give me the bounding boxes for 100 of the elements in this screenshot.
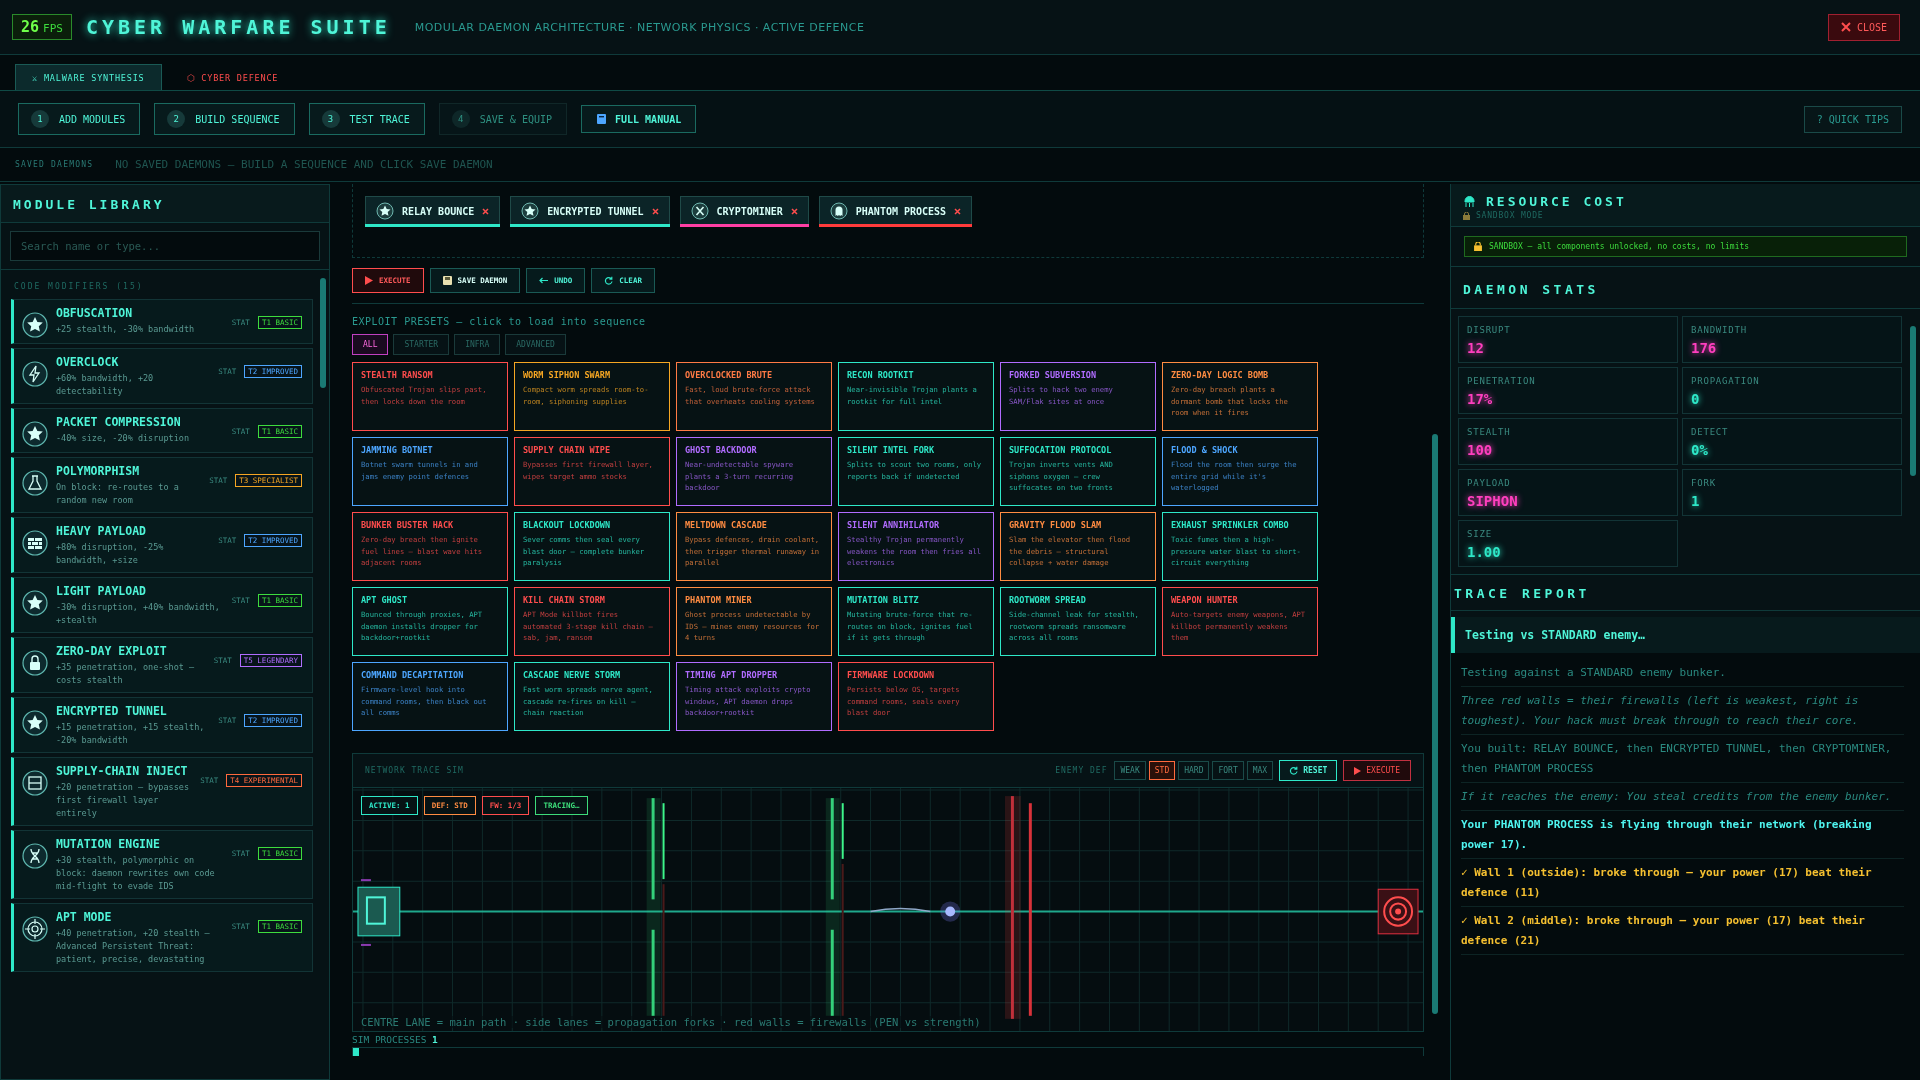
- panel-title: DAEMON STATS: [1463, 282, 1599, 297]
- preset-title: SILENT INTEL FORK: [847, 445, 935, 455]
- app-title: CYBER WARFARE SUITE: [85, 15, 391, 39]
- mode-label: SANDBOX MODE: [1476, 211, 1544, 220]
- section-title: EXPLOIT PRESETS — click to load into sequence: [352, 315, 647, 329]
- sequence-chip[interactable]: CRYPTOMINER: [679, 196, 809, 224]
- difficulty-tab[interactable]: MAX: [1246, 761, 1274, 780]
- stat-value: 17%: [1467, 391, 1494, 407]
- sequence-chip[interactable]: PHANTOM PROCESS: [818, 196, 973, 224]
- stat-value: 176: [1691, 340, 1718, 356]
- preset-title: SUFFOCATION PROTOCOL: [1009, 445, 1113, 455]
- module-description: +30 stealth, polymorphic on block: daemon rewrites own code mid-flight to evade IDS: [56, 854, 216, 893]
- sim-title: NETWORK TRACE SIM: [365, 766, 464, 775]
- stat-value: 1.00: [1467, 544, 1502, 560]
- preset-title: EXHAUST SPRINKLER COMBO: [1171, 520, 1290, 530]
- report-line: ✓ Wall 2 (middle): broke through — your power (17) beat their defence (21): [1461, 907, 1904, 955]
- preset-title: COMMAND DECAPITATION: [361, 670, 465, 680]
- preset-title: OVERCLOCKED BRUTE: [685, 370, 773, 380]
- preset-title: ZERO-DAY LOGIC BOMB: [1171, 370, 1270, 380]
- filter-tab[interactable]: ALL: [352, 334, 389, 355]
- difficulty-tab[interactable]: FORT: [1212, 761, 1244, 780]
- module-name: POLYMORPHISM: [56, 464, 141, 478]
- stat-label: PAYLOAD: [1467, 478, 1512, 488]
- module-description: +60% bandwidth, +20 detectability: [56, 372, 155, 398]
- difficulty-tab[interactable]: HARD: [1178, 761, 1210, 780]
- execute-button[interactable]: EXECUTE: [1343, 760, 1411, 781]
- preset-title: FLOOD & SHOCK: [1171, 445, 1239, 455]
- module-name: APT MODE: [56, 910, 113, 924]
- panel-title: RESOURCE COST: [1486, 194, 1627, 209]
- preset-title: WORM SIPHON SWARM: [523, 370, 611, 380]
- preset-title: TIMING APT DROPPER: [685, 670, 779, 680]
- module-description: +15 penetration, +15 stealth, -20% bandwidth: [56, 721, 206, 747]
- tab[interactable]: ⚔ MALWARE SYNTHESIS: [15, 64, 162, 90]
- panel-title: MODULE LIBRARY: [13, 197, 165, 212]
- module-name: OBFUSCATION: [56, 306, 134, 320]
- module-name: LIGHT PAYLOAD: [56, 584, 147, 598]
- preset-title: SUPPLY CHAIN WIPE: [523, 445, 611, 455]
- preset-title: MELTDOWN CASCADE: [685, 520, 768, 530]
- stat-label: DISRUPT: [1467, 325, 1512, 335]
- preset-title: GRAVITY FLOOD SLAM: [1009, 520, 1103, 530]
- close-button[interactable]: CLOSE: [1827, 13, 1900, 41]
- module-description: -30% disruption, +40% bandwidth, +stealth: [56, 601, 221, 627]
- stat-label: PROPAGATION: [1691, 376, 1761, 386]
- trace-status: Testing vs STANDARD enemy…: [1451, 617, 1920, 653]
- tab[interactable]: ⬡ CYBER DEFENCE: [169, 64, 296, 90]
- stat-label: PENETRATION: [1467, 376, 1537, 386]
- preset-title: FIRMWARE LOCKDOWN: [847, 670, 935, 680]
- step-button[interactable]: 1 ADD MODULES: [18, 103, 141, 135]
- difficulty-tab[interactable]: WEAK: [1114, 761, 1146, 780]
- manual-button[interactable]: FULL MANUAL: [581, 105, 697, 133]
- stat-label: BANDWIDTH: [1691, 325, 1748, 335]
- sequence-chip[interactable]: RELAY BOUNCE: [365, 196, 501, 224]
- saved-daemons-label: SAVED DAEMONS: [15, 160, 94, 169]
- preset-title: WEAPON HUNTER: [1171, 595, 1239, 605]
- report-line: Three red walls = their firewalls (left is weakest, right is toughest). Your hack must break through to reach their core.: [1461, 687, 1904, 735]
- module-description: -40% size, -20% disruption: [56, 432, 191, 445]
- difficulty-tab[interactable]: STD: [1148, 761, 1176, 780]
- enemy-def-label: ENEMY DEF: [1055, 766, 1108, 775]
- preset-title: JAMMING BOTNET: [361, 445, 434, 455]
- report-line: If it reaches the enemy: You steal credits from the enemy bunker.: [1461, 783, 1904, 811]
- sequence-dropzone[interactable]: RELAY BOUNCE ENCRYPTED TUNNEL CRYPTOMINER PHANTOM PROCESS: [352, 184, 1424, 258]
- report-line: Testing against a STANDARD enemy bunker.: [1461, 659, 1904, 687]
- module-name: MUTATION ENGINE: [56, 837, 161, 851]
- preset-title: BUNKER BUSTER HACK: [361, 520, 455, 530]
- search-field[interactable]: Search name or type...: [10, 231, 320, 261]
- legend-text: CENTRE LANE = main path · side lanes = propagation forks · red walls = firewalls (PEN vs strength): [361, 1016, 981, 1028]
- app-subtitle: MODULAR DAEMON ARCHITECTURE · NETWORK PHYSICS · ACTIVE DEFENCE: [414, 20, 865, 34]
- module-name: PACKET COMPRESSION: [56, 415, 182, 429]
- step-button[interactable]: 3 TEST TRACE: [308, 103, 425, 135]
- stat-label: STEALTH: [1467, 427, 1512, 437]
- step-button[interactable]: 2 BUILD SEQUENCE: [154, 103, 295, 135]
- preset-title: CASCADE NERVE STORM: [523, 670, 622, 680]
- stat-label: DETECT: [1691, 427, 1730, 437]
- stat-value: 100: [1467, 442, 1494, 458]
- module-name: HEAVY PAYLOAD: [56, 524, 147, 538]
- preset-title: FORKED SUBVERSION: [1009, 370, 1097, 380]
- sequence-chip[interactable]: ENCRYPTED TUNNEL: [510, 196, 670, 224]
- report-line: ✓ Wall 1 (outside): broke through — your power (17) beat their defence (11): [1461, 859, 1904, 907]
- preset-title: PHANTOM MINER: [685, 595, 753, 605]
- module-description: +35 penetration, one-shot — costs stealth: [56, 661, 196, 687]
- preset-title: KILL CHAIN STORM: [523, 595, 606, 605]
- reset-button[interactable]: RESET: [1279, 760, 1338, 781]
- stat-value: 0: [1691, 391, 1701, 407]
- module-description: +40 penetration, +20 stealth — Advanced Persistent Threat: patient, precise, devastating: [56, 927, 211, 966]
- module-name: ENCRYPTED TUNNEL: [56, 704, 168, 718]
- process-count: SIM PROCESSES 1: [352, 1033, 439, 1045]
- panel-title: TRACE REPORT: [1454, 586, 1590, 601]
- module-name: SUPPLY-CHAIN INJECT: [56, 764, 189, 778]
- stat-value: SIPHON: [1467, 493, 1519, 509]
- module-description: +20 penetration — bypasses first firewall layer entirely: [56, 781, 191, 820]
- stat-value: 12: [1467, 340, 1485, 356]
- preset-title: BLACKOUT LOCKDOWN: [523, 520, 611, 530]
- module-description: +25 stealth, -30% bandwidth: [56, 323, 196, 336]
- stat-label: SIZE: [1467, 529, 1493, 539]
- stat-value: 1: [1691, 493, 1701, 509]
- empty-message: NO SAVED DAEMONS — BUILD A SEQUENCE AND CLICK SAVE DAEMON: [115, 158, 493, 171]
- preset-title: MUTATION BLITZ: [847, 595, 920, 605]
- report-line: Your PHANTOM PROCESS is flying through their network (breaking power 17).: [1461, 811, 1904, 859]
- group-label: CODE MODIFIERS (15): [13, 281, 145, 293]
- quick-tips-button[interactable]: ? QUICK TIPS: [1803, 105, 1902, 133]
